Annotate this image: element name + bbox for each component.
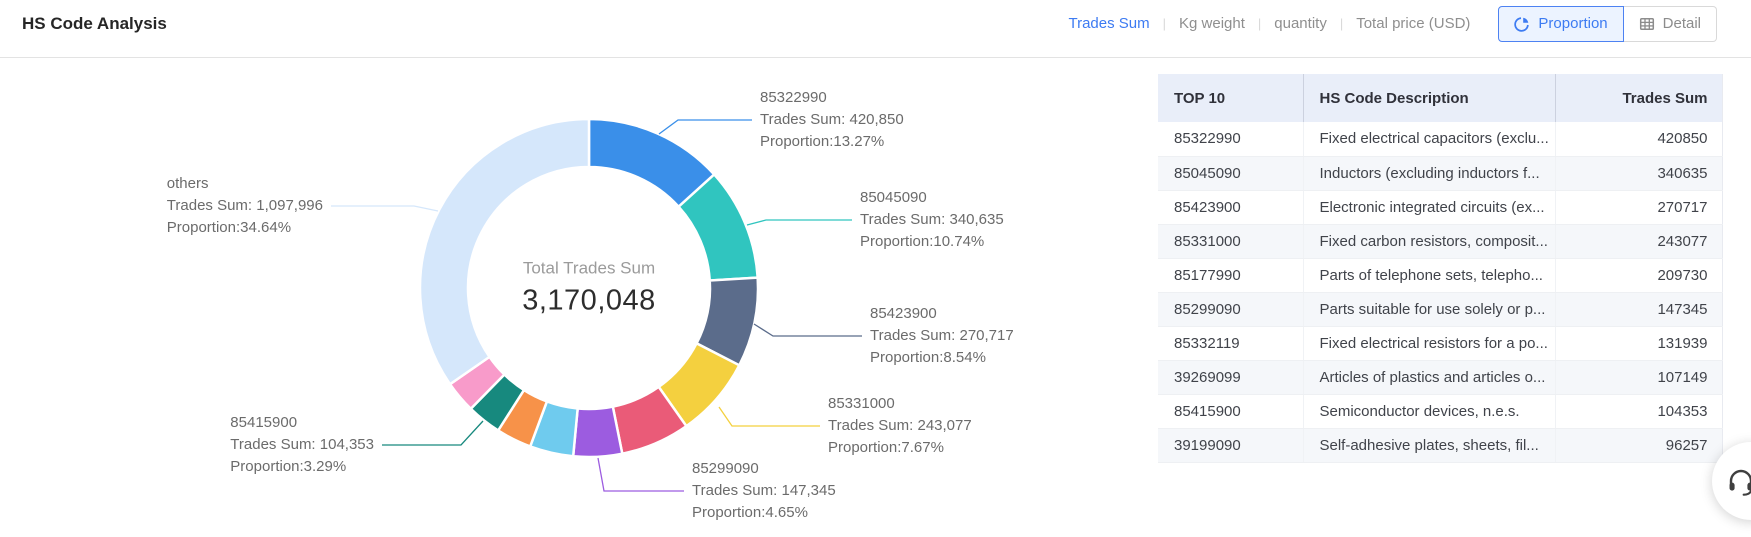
hs-code-cell: 85177990 [1158, 258, 1303, 292]
callout-line2: Trades Sum: 1,097,996 [167, 195, 323, 217]
hs-code-cell: 85415900 [1158, 394, 1303, 428]
description-cell: Inductors (excluding inductors f... [1303, 156, 1555, 190]
callout-line2: Trades Sum: 270,717 [870, 325, 1014, 347]
pie-callout-85045090: 85045090Trades Sum: 340,635Proportion:10… [860, 187, 1004, 253]
trades-sum-cell: 131939 [1555, 326, 1722, 360]
leader-line-85415900 [382, 421, 483, 445]
callout-line3: Proportion:7.67% [828, 437, 972, 459]
column-header-trades-sum: Trades Sum [1555, 74, 1722, 122]
trades-sum-cell: 243077 [1555, 224, 1722, 258]
hs-code-cell: 85322990 [1158, 122, 1303, 156]
pie-callout-85331000: 85331000Trades Sum: 243,077Proportion:7.… [828, 393, 972, 459]
table-row: 85177990Parts of telephone sets, telepho… [1158, 258, 1722, 292]
description-cell: Fixed electrical resistors for a po... [1303, 326, 1555, 360]
table-row: 85045090Inductors (excluding inductors f… [1158, 156, 1722, 190]
trades-sum-cell: 270717 [1555, 190, 1722, 224]
hs-code-analysis-panel: HS Code Analysis Trades Sum|Kg weight|qu… [0, 0, 1751, 537]
table-row: 85332119Fixed electrical resistors for a… [1158, 326, 1722, 360]
callout-line1: others [167, 173, 323, 195]
leader-line-85322990 [659, 120, 752, 134]
pie-callout-85299090: 85299090Trades Sum: 147,345Proportion:4.… [692, 458, 836, 524]
column-header-description: HS Code Description [1303, 74, 1555, 122]
table-row: 85322990Fixed electrical capacitors (exc… [1158, 122, 1722, 156]
top10-table: TOP 10 HS Code Description Trades Sum 85… [1158, 74, 1723, 463]
donut-slice-others[interactable] [420, 119, 589, 384]
callout-line3: Proportion:10.74% [860, 231, 1004, 253]
leader-line-85045090 [747, 220, 852, 225]
callout-line1: 85045090 [860, 187, 1004, 209]
pie-callout-others: othersTrades Sum: 1,097,996Proportion:34… [167, 173, 323, 239]
leader-line-85299090 [598, 458, 684, 491]
donut-slice-85299090[interactable] [573, 407, 622, 457]
description-cell: Fixed carbon resistors, composit... [1303, 224, 1555, 258]
table-row: 39269099Articles of plastics and article… [1158, 360, 1722, 394]
column-header-top10: TOP 10 [1158, 74, 1303, 122]
description-cell: Self-adhesive plates, sheets, fil... [1303, 428, 1555, 462]
callout-line3: Proportion:4.65% [692, 502, 836, 524]
callout-line3: Proportion:13.27% [760, 131, 904, 153]
hs-code-cell: 85299090 [1158, 292, 1303, 326]
trades-sum-cell: 340635 [1555, 156, 1722, 190]
donut-center-label: Total Trades Sum 3,170,048 [522, 259, 656, 318]
callout-line1: 85331000 [828, 393, 972, 415]
callout-line2: Trades Sum: 420,850 [760, 109, 904, 131]
hs-code-cell: 85045090 [1158, 156, 1303, 190]
table-row: 85331000Fixed carbon resistors, composit… [1158, 224, 1722, 258]
trades-sum-cell: 147345 [1555, 292, 1722, 326]
leader-line-others [331, 206, 438, 211]
pie-callout-85415900: 85415900Trades Sum: 104,353Proportion:3.… [230, 412, 374, 478]
donut-center-value: 3,170,048 [522, 285, 656, 318]
pie-callout-85423900: 85423900Trades Sum: 270,717Proportion:8.… [870, 303, 1014, 369]
callout-line3: Proportion:34.64% [167, 217, 323, 239]
description-cell: Fixed electrical capacitors (exclu... [1303, 122, 1555, 156]
hs-code-cell: 85332119 [1158, 326, 1303, 360]
hs-code-cell: 85331000 [1158, 224, 1303, 258]
trades-sum-cell: 104353 [1555, 394, 1722, 428]
description-cell: Parts suitable for use solely or p... [1303, 292, 1555, 326]
trades-sum-cell: 107149 [1555, 360, 1722, 394]
trades-sum-cell: 420850 [1555, 122, 1722, 156]
hs-code-cell: 39199090 [1158, 428, 1303, 462]
table-row: 85423900Electronic integrated circuits (… [1158, 190, 1722, 224]
leader-line-85423900 [754, 324, 862, 336]
description-cell: Semiconductor devices, n.e.s. [1303, 394, 1555, 428]
callout-line1: 85322990 [760, 87, 904, 109]
callout-line1: 85299090 [692, 458, 836, 480]
pie-callout-85322990: 85322990Trades Sum: 420,850Proportion:13… [760, 87, 904, 153]
description-cell: Articles of plastics and articles o... [1303, 360, 1555, 394]
callout-line1: 85415900 [230, 412, 374, 434]
callout-line3: Proportion:8.54% [870, 347, 1014, 369]
description-cell: Electronic integrated circuits (ex... [1303, 190, 1555, 224]
leader-line-85331000 [719, 407, 820, 426]
callout-line3: Proportion:3.29% [230, 456, 374, 478]
trades-sum-cell: 96257 [1555, 428, 1722, 462]
table-row: 39199090Self-adhesive plates, sheets, fi… [1158, 428, 1722, 462]
table-row: 85299090Parts suitable for use solely or… [1158, 292, 1722, 326]
hs-code-cell: 85423900 [1158, 190, 1303, 224]
description-cell: Parts of telephone sets, telepho... [1303, 258, 1555, 292]
hs-code-cell: 39269099 [1158, 360, 1303, 394]
trades-sum-cell: 209730 [1555, 258, 1722, 292]
callout-line1: 85423900 [870, 303, 1014, 325]
callout-line2: Trades Sum: 147,345 [692, 480, 836, 502]
callout-line2: Trades Sum: 243,077 [828, 415, 972, 437]
headset-icon [1725, 465, 1751, 497]
donut-center-title: Total Trades Sum [522, 259, 656, 279]
table-header-row: TOP 10 HS Code Description Trades Sum [1158, 74, 1722, 122]
table-row: 85415900Semiconductor devices, n.e.s.104… [1158, 394, 1722, 428]
callout-line2: Trades Sum: 340,635 [860, 209, 1004, 231]
callout-line2: Trades Sum: 104,353 [230, 434, 374, 456]
